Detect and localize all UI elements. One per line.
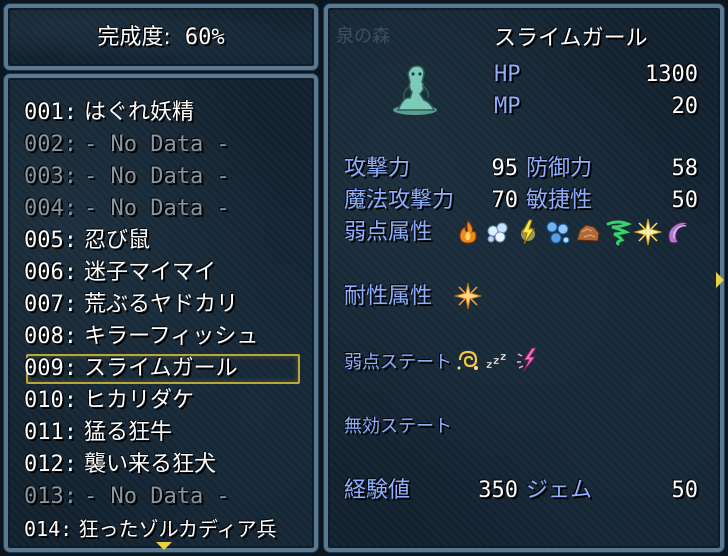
agility-label: 敏捷性 xyxy=(526,188,593,213)
magic-attack-label: 魔法攻撃力 xyxy=(344,188,455,213)
list-item-name: - No Data - xyxy=(83,132,230,157)
list-item-number: 011: xyxy=(24,420,77,445)
svg-text:z: z xyxy=(486,358,492,371)
list-item[interactable]: 003: - No Data - xyxy=(24,164,230,190)
list-item-name: ヒカリダケ xyxy=(83,388,194,413)
immune-state-label: 無効ステート xyxy=(344,416,452,437)
attack-label: 攻撃力 xyxy=(344,156,411,181)
completion-text: 完成度: 60% xyxy=(8,25,314,51)
defense-label: 防御力 xyxy=(526,156,593,181)
list-item-name: - No Data - xyxy=(83,196,230,221)
defense-value: 58 xyxy=(671,156,699,181)
list-item-name: - No Data - xyxy=(83,164,230,189)
mp-value: 20 xyxy=(671,94,699,119)
list-item-number: 008: xyxy=(24,324,77,349)
list-item-name: 荒ぶるヤドカリ xyxy=(83,292,238,317)
list-item[interactable]: 007: 荒ぶるヤドカリ xyxy=(24,292,238,318)
light-icon xyxy=(634,218,662,246)
earth-icon xyxy=(576,224,600,242)
list-item-name: 狂ったゾルカディア兵 xyxy=(78,517,277,541)
fire-icon xyxy=(459,220,477,244)
agility-value: 50 xyxy=(671,188,699,213)
list-item-name: 忍び鼠 xyxy=(83,228,150,253)
gem-label: ジェム xyxy=(526,478,593,503)
completion-label: 完成度: xyxy=(97,25,171,50)
list-item-number: 006: xyxy=(24,260,77,285)
list-item-selected[interactable]: 009: スライムガール xyxy=(24,356,238,382)
water-icon xyxy=(546,221,570,244)
hp-value: 1300 xyxy=(645,62,698,87)
list-item-number: 001: xyxy=(24,100,77,125)
list-item-name: スライムガール xyxy=(83,356,238,381)
list-item-number: 007: xyxy=(24,292,77,317)
list-item-number: 002: xyxy=(24,132,77,157)
list-item-number: 005: xyxy=(24,228,77,253)
ice-icon xyxy=(487,222,508,243)
list-item-name: 迷子マイマイ xyxy=(83,260,216,285)
list-item-number: 003: xyxy=(24,164,77,189)
list-item-number: 010: xyxy=(24,388,77,413)
list-item-name: 襲い来る狂犬 xyxy=(83,452,216,477)
gem-value: 50 xyxy=(671,478,699,503)
wind-icon xyxy=(606,220,632,246)
weak-state-label: 弱点ステート xyxy=(344,352,452,373)
list-item[interactable]: 002: - No Data - xyxy=(24,132,230,158)
list-item[interactable]: 010: ヒカリダケ xyxy=(24,388,194,414)
hp-label: HP xyxy=(494,62,521,87)
location-ghost-text: 泉の森 xyxy=(336,26,390,47)
list-item-number: 009: xyxy=(24,356,77,381)
list-item-name: - No Data - xyxy=(83,484,230,509)
completion-window: 完成度: 60% xyxy=(4,4,318,70)
list-item-name: はぐれ妖精 xyxy=(83,100,194,125)
sleep-icon: z z z xyxy=(486,350,507,372)
mp-label: MP xyxy=(494,94,521,119)
exp-label: 経験値 xyxy=(344,478,411,503)
monster-name: スライムガール xyxy=(494,26,648,51)
magic-attack-value: 70 xyxy=(491,188,519,213)
attack-value: 95 xyxy=(491,156,519,181)
list-item[interactable]: 004: - No Data - xyxy=(24,196,230,222)
list-item-number: 014: xyxy=(24,517,73,541)
list-item[interactable]: 011: 猛る狂牛 xyxy=(24,420,172,446)
list-item[interactable]: 012: 襲い来る狂犬 xyxy=(24,452,216,478)
list-item[interactable]: 013: - No Data - xyxy=(24,484,230,510)
thunder-icon xyxy=(521,219,535,245)
exp-value: 350 xyxy=(478,478,518,503)
paralysis-icon xyxy=(517,347,537,373)
completion-value: 60% xyxy=(184,25,225,50)
list-item[interactable]: 005: 忍び鼠 xyxy=(24,228,150,254)
scroll-down-arrow-icon[interactable] xyxy=(156,542,172,550)
list-item-number: 013: xyxy=(24,484,77,509)
list-item-name: 猛る狂牛 xyxy=(83,420,172,445)
list-item[interactable]: 001: はぐれ妖精 xyxy=(24,100,194,126)
confusion-icon xyxy=(457,350,478,370)
slime-girl-sprite xyxy=(393,65,437,115)
light-icon xyxy=(454,282,482,310)
weak-element-label: 弱点属性 xyxy=(344,220,433,245)
resist-element-label: 耐性属性 xyxy=(344,284,433,309)
monster-detail-window: 泉の森 スライムガール HP 1300 MP 20 攻撃力 95 防御力 58 … xyxy=(324,4,724,552)
svg-text:z: z xyxy=(493,354,499,367)
list-item[interactable]: 008: キラーフィッシュ xyxy=(24,324,258,350)
list-item-number: 012: xyxy=(24,452,77,477)
next-page-arrow-icon[interactable] xyxy=(716,272,724,288)
list-item-name: キラーフィッシュ xyxy=(83,324,259,349)
svg-text:z: z xyxy=(500,350,506,363)
list-item-number: 004: xyxy=(24,196,77,221)
list-item[interactable]: 006: 迷子マイマイ xyxy=(24,260,216,286)
monster-list-window[interactable]: 001: はぐれ妖精 002: - No Data - 003: - No Da… xyxy=(4,74,318,552)
list-item[interactable]: 014: 狂ったゾルカディア兵 xyxy=(24,516,277,542)
dark-icon xyxy=(668,221,690,244)
